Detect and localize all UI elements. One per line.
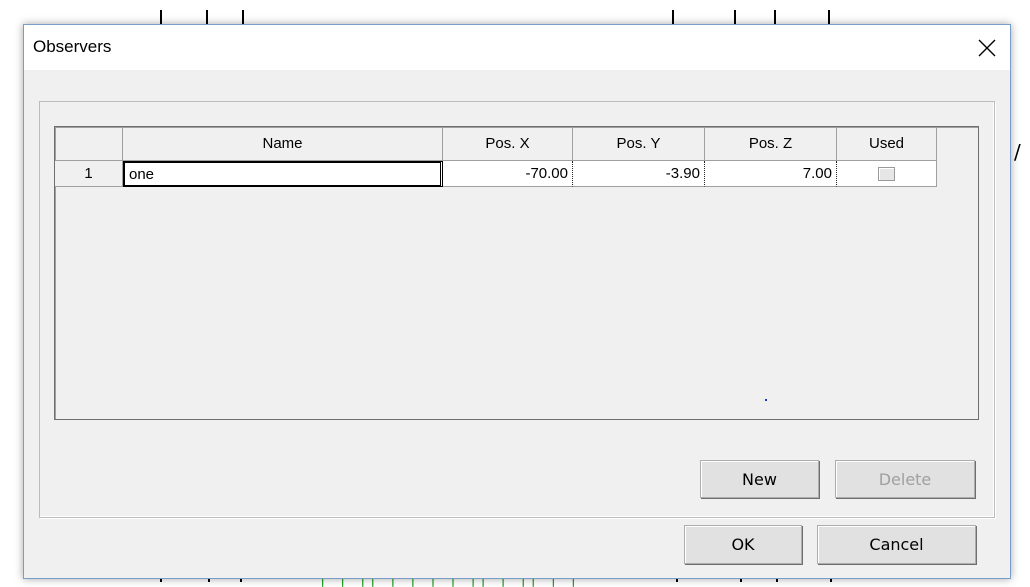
bg-line [734,10,736,24]
column-header-pos-z[interactable]: Pos. Z [705,127,837,161]
column-header-used[interactable]: Used [837,127,937,161]
ok-button[interactable]: OK [684,525,802,564]
used-checkbox[interactable] [878,166,895,181]
bg-line [242,10,244,24]
observers-dialog: Observers Name Pos. X Pos. Y Pos. Z Used… [23,24,1011,579]
title-bar: Observers [24,25,1010,70]
column-header-pos-x[interactable]: Pos. X [443,127,573,161]
close-button[interactable] [964,25,1010,70]
bg-line [774,10,776,24]
delete-button[interactable]: Delete [835,460,975,498]
cancel-button[interactable]: Cancel [817,525,976,564]
column-header-name[interactable]: Name [123,127,443,161]
grid-corner [55,127,123,161]
pos-x-cell[interactable]: -70.00 [443,161,573,187]
bg-line [828,10,830,24]
column-header-pos-y[interactable]: Pos. Y [573,127,705,161]
bg-line [160,10,162,24]
used-cell[interactable] [837,161,937,187]
close-icon [978,39,996,56]
dialog-title: Observers [33,37,112,56]
new-button[interactable]: New [700,460,819,498]
row-index[interactable]: 1 [55,161,123,187]
pos-y-cell[interactable]: -3.90 [573,161,705,187]
name-cell-editor[interactable]: one [123,161,443,187]
observers-group: Name Pos. X Pos. Y Pos. Z Used 1 one -70… [39,101,995,518]
bg-slash: / [1014,140,1021,164]
cursor-dot [765,399,767,401]
pos-z-cell[interactable]: 7.00 [705,161,837,187]
bg-line [672,10,674,24]
bg-line [206,10,208,24]
observers-grid[interactable]: Name Pos. X Pos. Y Pos. Z Used 1 one -70… [54,126,979,420]
